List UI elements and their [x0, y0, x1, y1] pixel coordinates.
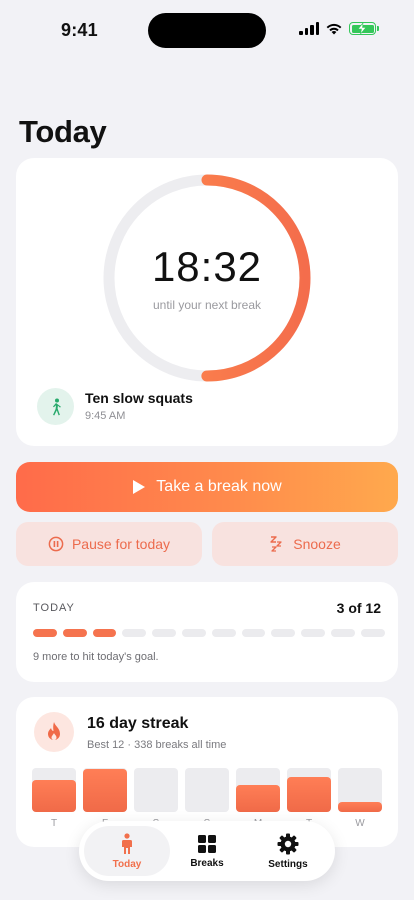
- dynamic-island: [148, 13, 266, 48]
- streak-day-column: T: [32, 768, 76, 829]
- tab-settings-label: Settings: [268, 858, 308, 870]
- streak-day-bar: [83, 768, 127, 812]
- streak-week-bars: TFSSMTW: [32, 768, 382, 829]
- streak-day-bar: [236, 768, 280, 812]
- sleep-zzz-icon: [270, 536, 282, 552]
- status-bar: 9:41: [0, 0, 414, 60]
- play-icon: [133, 480, 146, 494]
- progress-count: 3 of 12: [336, 600, 381, 616]
- streak-day-bar: [32, 768, 76, 812]
- countdown-time: 18:32: [151, 243, 263, 290]
- tab-breaks-label: Breaks: [190, 857, 224, 869]
- streak-day-column: S: [134, 768, 178, 829]
- cellular-signal-icon: [299, 22, 319, 35]
- progress-segment: [301, 629, 325, 637]
- streak-day-column: W: [338, 768, 382, 829]
- streak-title: 16 day streak: [87, 715, 189, 732]
- streak-day-bar: [185, 768, 229, 812]
- person-icon: [122, 832, 132, 854]
- progress-segment: [152, 629, 176, 637]
- daily-progress-card: TODAY 3 of 12 9 more to hit today's goal…: [16, 582, 398, 682]
- take-break-label: Take a break now: [156, 478, 282, 495]
- gear-icon: [277, 833, 299, 854]
- wifi-icon: [326, 23, 342, 35]
- status-icons: [299, 22, 379, 35]
- streak-day-label: W: [355, 818, 365, 829]
- streak-day-column: T: [287, 768, 331, 829]
- snooze-button[interactable]: Snooze: [212, 522, 398, 566]
- countdown-subtitle: until your next break: [152, 298, 262, 312]
- progress-segment: [211, 629, 236, 637]
- streak-day-label: T: [50, 818, 58, 829]
- grid-icon: [198, 834, 216, 853]
- progress-segment: [181, 629, 206, 637]
- streak-day-fill: [338, 802, 382, 812]
- pause-label: Pause for today: [71, 536, 171, 552]
- streak-day-bar: [338, 768, 382, 812]
- tab-today[interactable]: Today: [84, 826, 170, 876]
- streak-day-bar: [134, 768, 178, 812]
- streak-day-bar: [287, 768, 331, 812]
- tab-breaks[interactable]: Breaks: [167, 826, 247, 876]
- progress-label: TODAY: [33, 602, 75, 614]
- streak-day-column: F: [83, 768, 127, 829]
- timer-card: 18:32 until your next break Ten slow squ…: [16, 158, 398, 446]
- streak-day-fill: [32, 780, 76, 812]
- next-break-time: 9:45 AM: [85, 410, 126, 422]
- progress-segment: [330, 629, 355, 637]
- progress-segment: [92, 629, 117, 637]
- progress-segments: [33, 629, 385, 637]
- streak-day-fill: [287, 776, 331, 812]
- streak-day-column: M: [236, 768, 280, 829]
- next-break-title: Ten slow squats: [85, 390, 193, 406]
- progress-segment: [33, 629, 57, 637]
- tab-today-label: Today: [112, 858, 142, 870]
- progress-segment: [271, 629, 296, 637]
- streak-day-column: S: [185, 768, 229, 829]
- flame-icon: [34, 712, 74, 752]
- progress-segment: [122, 629, 147, 637]
- progress-segment: [360, 629, 385, 637]
- page-title: Today: [19, 114, 107, 149]
- walking-person-icon: [37, 388, 74, 425]
- progress-note: 9 more to hit today's goal.: [33, 651, 159, 663]
- streak-day-fill: [236, 784, 280, 812]
- streak-day-fill: [83, 768, 127, 812]
- progress-segment: [62, 629, 87, 637]
- tab-bar: Today Breaks Settings: [79, 821, 335, 881]
- snooze-label: Snooze: [293, 536, 341, 552]
- pause-button[interactable]: Pause for today: [16, 522, 202, 566]
- battery-charging-icon: [349, 22, 379, 35]
- progress-segment: [241, 629, 266, 637]
- take-break-button[interactable]: Take a break now: [16, 462, 398, 512]
- tab-settings[interactable]: Settings: [247, 826, 329, 876]
- streak-subtitle: Best 12 · 338 breaks all time: [87, 739, 227, 751]
- pause-circle-icon: [48, 536, 64, 552]
- status-time: 9:41: [61, 20, 98, 40]
